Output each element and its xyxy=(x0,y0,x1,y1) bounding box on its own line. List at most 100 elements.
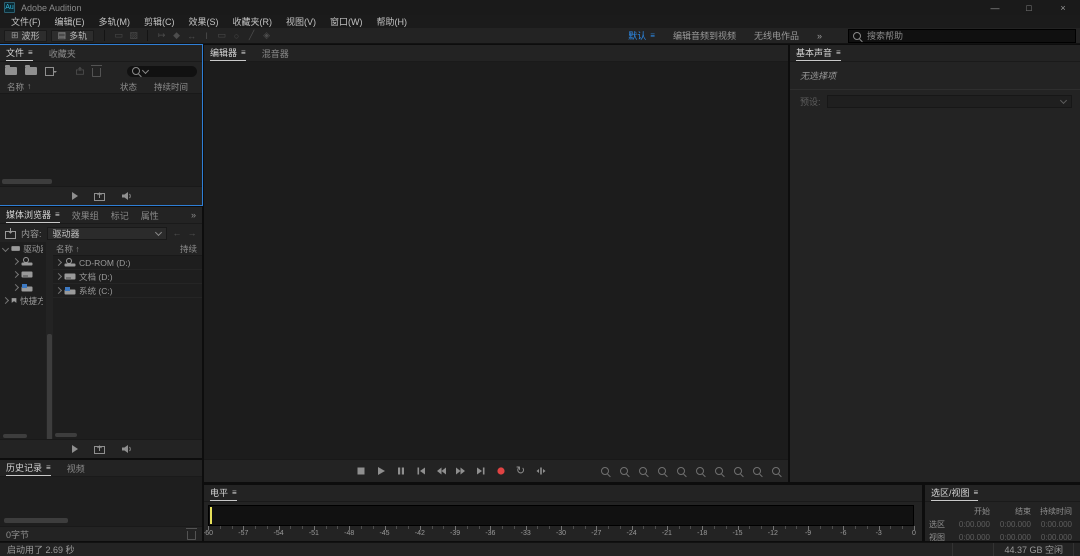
panel-menu-icon[interactable]: ≡ xyxy=(232,488,237,497)
column-duration[interactable]: 持续时间 xyxy=(154,81,202,93)
time-selection-tool-icon[interactable]: I xyxy=(199,31,214,41)
marquee-selection-tool-icon[interactable]: ▭ xyxy=(214,30,229,41)
reset-zoom-button[interactable] xyxy=(750,467,764,475)
brush-selection-tool-icon[interactable]: ◈ xyxy=(259,30,274,41)
waveform-display-icon[interactable]: ▭ xyxy=(111,30,126,41)
menu-item-edit[interactable]: 编辑(E) xyxy=(48,15,92,28)
help-search-input[interactable] xyxy=(865,30,1071,42)
fast-forward-button[interactable] xyxy=(454,464,467,478)
zoom-in-out-point-button[interactable] xyxy=(712,467,726,475)
workspace-tab-default[interactable]: 默认 ≡ xyxy=(628,29,655,42)
razor-tool-icon[interactable]: ◆ xyxy=(169,30,184,41)
twisty-closed-icon[interactable] xyxy=(12,284,19,291)
open-file-icon[interactable] xyxy=(5,67,17,75)
tree-hscrollbar-thumb[interactable] xyxy=(3,434,27,438)
twisty-closed-icon[interactable] xyxy=(55,287,62,294)
zoom-in-time-button[interactable] xyxy=(636,467,650,475)
tree-item-shortcuts[interactable]: 快捷方式 xyxy=(0,294,46,307)
menu-item-multitrack[interactable]: 多轨(M) xyxy=(92,15,138,28)
slip-tool-icon[interactable]: ↔ xyxy=(184,31,199,41)
workspace-menu-icon[interactable]: ≡ xyxy=(650,31,655,40)
twisty-closed-icon[interactable] xyxy=(55,259,62,266)
history-hscrollbar-thumb[interactable] xyxy=(4,518,68,523)
files-search-box[interactable] xyxy=(127,66,197,77)
tab-properties[interactable]: 属性 xyxy=(141,208,159,223)
forward-button[interactable]: → xyxy=(187,228,197,238)
list-item-cdrom[interactable]: CD-ROM (D:) xyxy=(53,256,202,270)
add-shortcut-icon[interactable] xyxy=(5,228,16,239)
zoom-to-selection-button[interactable] xyxy=(674,467,688,475)
menu-item-window[interactable]: 窗口(W) xyxy=(323,15,370,28)
menu-item-clip[interactable]: 剪辑(C) xyxy=(137,15,182,28)
workspace-overflow-button[interactable]: » xyxy=(817,31,822,41)
pencil-tool-icon[interactable]: ╱ xyxy=(244,30,259,41)
move-tool-icon[interactable]: ↦ xyxy=(154,30,169,41)
minimize-button[interactable]: — xyxy=(978,3,1012,13)
preset-dropdown[interactable] xyxy=(827,95,1072,108)
panel-menu-icon[interactable]: ≡ xyxy=(55,210,60,219)
tab-video[interactable]: 视频 xyxy=(67,461,85,476)
panel-menu-icon[interactable]: ≡ xyxy=(974,488,979,497)
tree-vscrollbar[interactable] xyxy=(46,242,53,439)
tab-history[interactable]: 历史记录 ≡ xyxy=(6,461,51,476)
tab-selection-view[interactable]: 选区/视图 ≡ xyxy=(931,486,978,501)
tree-vscrollbar-thumb[interactable] xyxy=(47,334,52,439)
column-name[interactable]: 名称 ↑ xyxy=(56,243,80,255)
preview-play-icon[interactable] xyxy=(72,445,78,453)
column-duration[interactable]: 持续 xyxy=(180,243,199,255)
panel-menu-icon[interactable]: ≡ xyxy=(46,463,51,472)
workspace-tab-radio-production[interactable]: 无线电作品 xyxy=(754,29,799,42)
files-list-area[interactable] xyxy=(0,94,202,186)
twisty-closed-icon[interactable] xyxy=(12,258,19,265)
files-hscrollbar-thumb[interactable] xyxy=(2,179,52,184)
zoom-selection-button[interactable] xyxy=(731,467,745,475)
auto-play-speaker-icon[interactable] xyxy=(121,191,133,201)
tab-essential-sound[interactable]: 基本声音 ≡ xyxy=(796,46,841,61)
back-button[interactable]: ← xyxy=(172,228,182,238)
stop-button[interactable] xyxy=(354,464,367,478)
column-name[interactable]: 名称↑ xyxy=(0,81,120,93)
history-list-area[interactable] xyxy=(0,477,202,526)
waveform-view-button[interactable]: ⊞ 波形 xyxy=(4,30,47,42)
workspace-tab-edit-audio-to-video[interactable]: 编辑音频到视频 xyxy=(673,29,736,42)
list-hscrollbar-thumb[interactable] xyxy=(55,433,77,437)
delete-icon[interactable] xyxy=(92,68,101,77)
zoom-in-amplitude-button[interactable] xyxy=(598,467,612,475)
import-file-icon[interactable] xyxy=(25,67,37,75)
skip-to-end-button[interactable] xyxy=(474,464,487,478)
column-status[interactable]: 状态 xyxy=(120,81,154,93)
tree-item-cdrom[interactable] xyxy=(0,255,46,268)
menu-item-effects[interactable]: 效果(S) xyxy=(182,15,226,28)
tab-levels[interactable]: 电平 ≡ xyxy=(210,486,237,501)
tab-files[interactable]: 文件 ≡ xyxy=(6,46,33,61)
tab-editor[interactable]: 编辑器 ≡ xyxy=(210,46,246,61)
tree-item-documents[interactable] xyxy=(0,268,46,281)
tab-effects-rack[interactable]: 效果组 xyxy=(72,208,99,223)
tab-favorites[interactable]: 收藏夹 xyxy=(49,46,76,61)
panel-menu-icon[interactable]: ≡ xyxy=(836,48,841,57)
lasso-selection-tool-icon[interactable]: ○ xyxy=(229,31,244,41)
panel-menu-icon[interactable]: ≡ xyxy=(241,48,246,57)
multitrack-view-button[interactable]: ▤ 多轨 xyxy=(51,30,95,42)
pause-button[interactable] xyxy=(394,464,407,478)
close-button[interactable]: × xyxy=(1046,3,1080,13)
tab-media-browser[interactable]: 媒体浏览器 ≡ xyxy=(6,208,60,223)
twisty-closed-icon[interactable] xyxy=(2,297,9,304)
auto-play-speaker-icon[interactable] xyxy=(121,444,133,454)
list-item-system[interactable]: 系统 (C:) xyxy=(53,284,202,298)
zoom-full-button[interactable] xyxy=(769,467,783,475)
list-item-documents[interactable]: 文档 (D:) xyxy=(53,270,202,284)
panel-overflow-button[interactable]: » xyxy=(191,210,196,220)
twisty-closed-icon[interactable] xyxy=(12,271,19,278)
play-button[interactable] xyxy=(374,464,387,478)
menu-item-favorites[interactable]: 收藏夹(R) xyxy=(226,15,280,28)
spectral-display-icon[interactable]: ▨ xyxy=(126,30,141,41)
preview-play-icon[interactable] xyxy=(72,192,78,200)
loop-playback-button[interactable]: ↻ xyxy=(514,464,527,478)
tab-markers[interactable]: 标记 xyxy=(111,208,129,223)
rewind-button[interactable] xyxy=(434,464,447,478)
maximize-button[interactable]: □ xyxy=(1012,3,1046,13)
tree-item-system[interactable] xyxy=(0,281,46,294)
twisty-open-icon[interactable] xyxy=(2,245,9,252)
loop-playback-icon[interactable] xyxy=(94,191,105,201)
